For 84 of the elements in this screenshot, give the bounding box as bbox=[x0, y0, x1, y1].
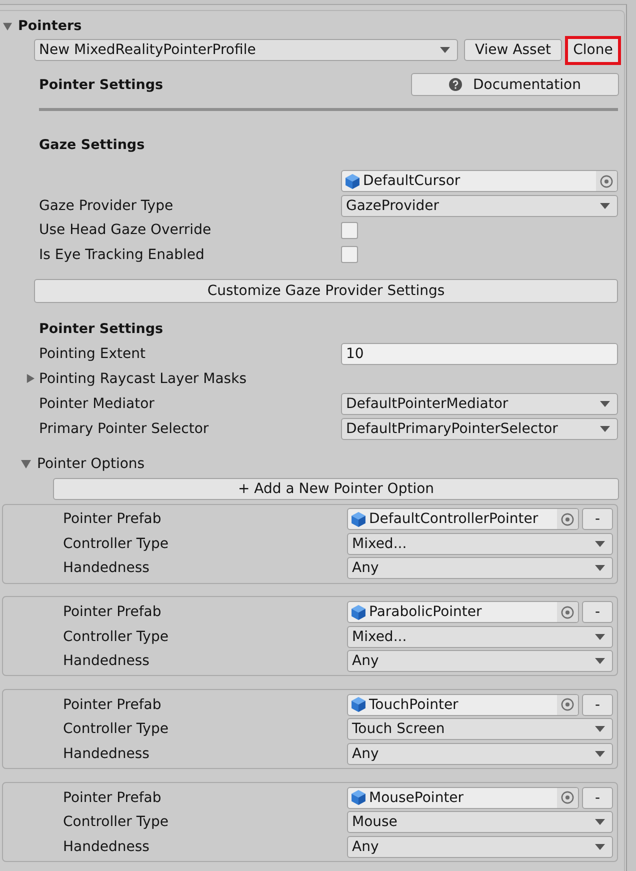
caret-down-icon[interactable] bbox=[21, 458, 31, 468]
cube-icon bbox=[351, 697, 366, 712]
cube-icon bbox=[351, 512, 366, 527]
field-label: Controller Type bbox=[63, 534, 168, 553]
cube-icon bbox=[351, 604, 366, 620]
object-field[interactable]: DefaultCursor bbox=[341, 170, 618, 192]
field-label: Is Eye Tracking Enabled bbox=[39, 246, 204, 264]
dropdown[interactable]: Any bbox=[347, 650, 613, 672]
field-label: Pointing Extent bbox=[39, 344, 146, 362]
object-picker-button[interactable] bbox=[557, 602, 578, 622]
field-label: Pointer Prefab bbox=[63, 603, 162, 621]
field-label: Primary Pointer Selector bbox=[39, 420, 209, 438]
caret-down-icon bbox=[595, 819, 605, 825]
field-label: Use Head Gaze Override bbox=[39, 221, 212, 240]
field-label: Handedness bbox=[63, 838, 150, 856]
checkbox[interactable] bbox=[341, 222, 358, 239]
field-label: Handedness bbox=[63, 652, 150, 670]
help-icon bbox=[449, 78, 462, 91]
dropdown[interactable]: Mixed... bbox=[347, 626, 613, 648]
dropdown[interactable]: Touch Screen bbox=[347, 718, 613, 740]
field-label: Handedness bbox=[63, 559, 150, 578]
remove-button[interactable]: - bbox=[582, 786, 613, 808]
cube-icon bbox=[345, 174, 360, 189]
field-label: Controller Type bbox=[63, 628, 168, 646]
dropdown[interactable]: Any bbox=[347, 742, 613, 765]
field-label: Pointer Prefab bbox=[63, 696, 162, 714]
section-heading: Pointer Settings bbox=[39, 76, 164, 94]
caret-down-icon bbox=[595, 844, 605, 850]
section-heading: Pointer Settings bbox=[39, 320, 164, 338]
caret-down-icon bbox=[595, 634, 605, 640]
field-label: Controller Type bbox=[63, 720, 168, 738]
target-icon bbox=[600, 174, 613, 188]
remove-button[interactable]: - bbox=[582, 694, 613, 716]
add-pointer-option-button[interactable]: + Add a New Pointer Option bbox=[53, 478, 619, 500]
remove-button[interactable]: - bbox=[582, 508, 613, 530]
number-field[interactable]: 10 bbox=[341, 342, 618, 364]
dropdown[interactable]: Mouse bbox=[347, 811, 613, 833]
caret-down-icon bbox=[600, 202, 610, 209]
dropdown[interactable]: New MixedRealityPointerProfile bbox=[34, 39, 458, 61]
object-picker-button[interactable] bbox=[557, 788, 578, 808]
profile-action-button[interactable]: Clone bbox=[565, 36, 621, 64]
field-label: Pointer Prefab bbox=[63, 788, 162, 806]
target-icon bbox=[561, 512, 574, 526]
customize-button[interactable]: Customize Gaze Provider Settings bbox=[34, 279, 618, 303]
dropdown[interactable]: DefaultPointerMediator bbox=[341, 392, 618, 414]
caret-down-icon bbox=[600, 426, 610, 432]
field-label: Handedness bbox=[63, 744, 150, 763]
caret-down-icon bbox=[600, 400, 610, 406]
object-field[interactable]: DefaultControllerPointer bbox=[347, 508, 579, 530]
field-label: Pointer Mediator bbox=[39, 394, 154, 412]
target-icon bbox=[561, 606, 574, 618]
dropdown[interactable]: DefaultPrimaryPointerSelector bbox=[341, 418, 618, 440]
caret-down-icon[interactable] bbox=[3, 22, 12, 30]
foldout-label[interactable]: Pointing Raycast Layer Masks bbox=[39, 370, 246, 388]
profile-action-button[interactable]: View Asset bbox=[464, 39, 562, 61]
remove-button[interactable]: - bbox=[582, 601, 613, 623]
object-picker-button[interactable] bbox=[557, 694, 578, 715]
object-field[interactable]: TouchPointer bbox=[347, 694, 579, 716]
checkbox[interactable] bbox=[341, 246, 358, 264]
object-field[interactable]: MousePointer bbox=[347, 786, 579, 808]
object-picker-button[interactable] bbox=[557, 509, 578, 530]
dropdown[interactable]: Any bbox=[347, 557, 613, 580]
field-label: Gaze Provider Type bbox=[39, 196, 174, 215]
dropdown[interactable]: GazeProvider bbox=[341, 194, 618, 217]
caret-down-icon bbox=[595, 750, 605, 757]
field-label: Controller Type bbox=[63, 813, 168, 831]
caret-down-icon bbox=[440, 47, 450, 53]
documentation-button[interactable]: Documentation bbox=[411, 73, 619, 96]
caret-down-icon bbox=[595, 658, 605, 664]
field-label: Pointer Prefab bbox=[63, 510, 162, 528]
cube-icon bbox=[351, 790, 366, 805]
object-picker-button[interactable] bbox=[596, 171, 617, 192]
dropdown[interactable]: Any bbox=[347, 836, 613, 858]
section-heading: Gaze Settings bbox=[39, 136, 145, 154]
target-icon bbox=[561, 698, 574, 712]
object-field[interactable]: ParabolicPointer bbox=[347, 601, 579, 623]
caret-down-icon bbox=[595, 726, 605, 732]
caret-right-icon[interactable] bbox=[26, 374, 35, 383]
section-title: Pointers bbox=[18, 17, 82, 35]
caret-down-icon bbox=[595, 540, 605, 547]
caret-down-icon bbox=[595, 565, 605, 572]
dropdown[interactable]: Mixed... bbox=[347, 532, 613, 555]
target-icon bbox=[561, 791, 574, 804]
foldout-label[interactable]: Pointer Options bbox=[37, 454, 145, 472]
